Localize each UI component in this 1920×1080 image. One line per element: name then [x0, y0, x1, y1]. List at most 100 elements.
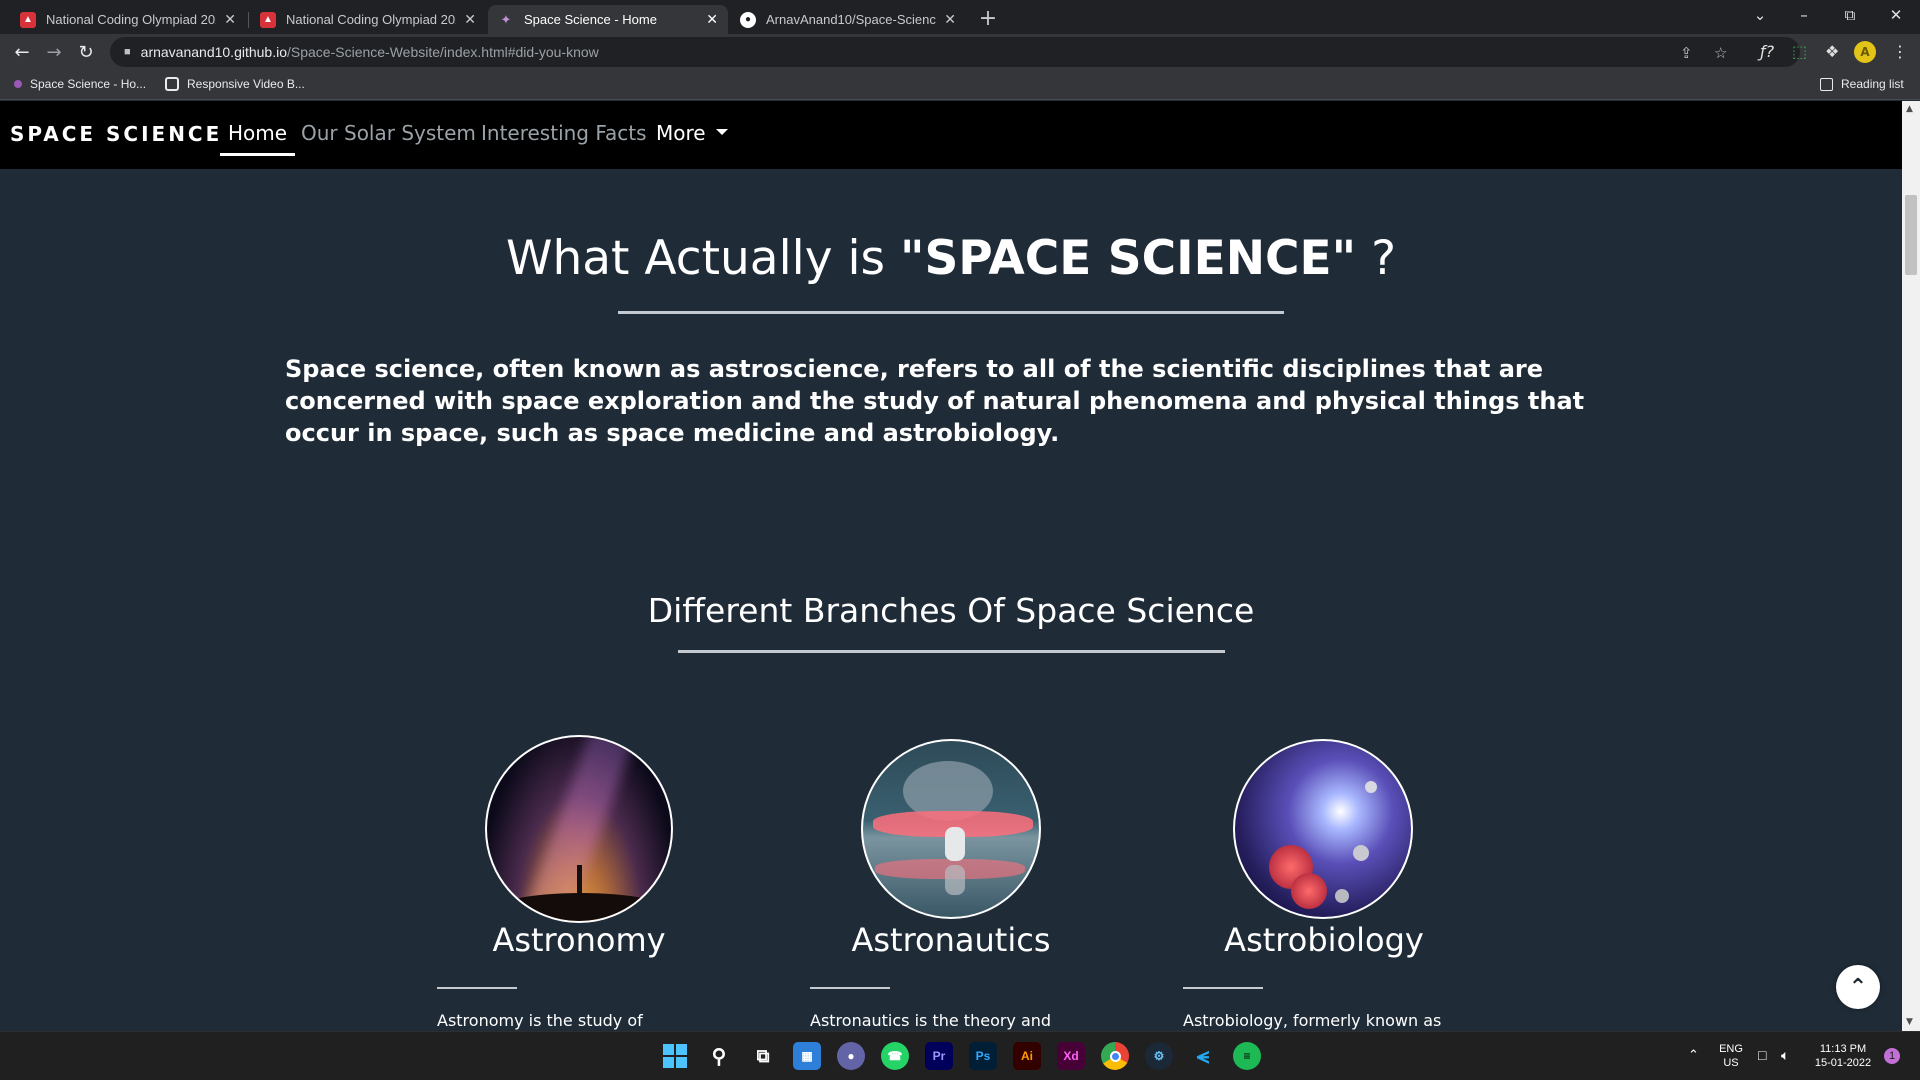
network-icon[interactable]: □ [1758, 1048, 1766, 1062]
url-host: arnavanand10.github.io [140, 44, 287, 60]
widgets-icon[interactable]: ▦ [793, 1042, 821, 1070]
olympiad-favicon: ▲ [260, 11, 276, 28]
github-favicon: ● [740, 11, 756, 28]
url-path: /Space-Science-Website/index.html#did-yo… [287, 44, 599, 60]
site-brand[interactable]: SPACE SCIENCE [10, 122, 222, 146]
nav-interesting-facts[interactable]: Interesting Facts [481, 121, 647, 145]
task-view-icon[interactable]: ⧉ [749, 1042, 777, 1070]
extensions-puzzle-icon[interactable]: ❖ [1825, 42, 1839, 61]
lock-icon: ■ [124, 46, 131, 58]
astronautics-image [861, 739, 1041, 919]
scroll-down-arrow-icon[interactable]: ▼ [1906, 1017, 1913, 1027]
tab-title: ArnavAnand10/Space-Science-W [766, 12, 936, 27]
cell-grey-3 [1365, 781, 1377, 793]
nav-home[interactable]: Home [219, 121, 296, 156]
browser-menu-icon[interactable]: ⋮ [1892, 42, 1908, 61]
bookmark-label: Space Science - Ho... [30, 77, 147, 91]
scroll-to-top-button[interactable]: ⌃ [1836, 965, 1880, 1009]
share-icon[interactable]: ⇪ [1680, 44, 1693, 62]
astronomy-image [485, 735, 673, 923]
teams-chat-icon[interactable]: ● [837, 1042, 865, 1070]
bookmarks-bar: Space Science - Ho... Responsive Video B… [0, 70, 1920, 100]
bookmark-space-science[interactable]: Space Science - Ho... [14, 77, 146, 91]
back-arrow-icon[interactable]: ← [10, 40, 34, 64]
spotify-icon[interactable]: ≡ [1233, 1042, 1261, 1070]
close-icon[interactable]: ✕ [464, 11, 476, 28]
clock-time: 11:13 PM [1819, 1043, 1867, 1055]
cell-red-2 [1291, 873, 1327, 909]
search-icon[interactable]: ⚲ [705, 1042, 733, 1070]
language-indicator[interactable]: ENG US [1716, 1042, 1746, 1070]
nav-more-label: More [656, 121, 706, 145]
illustrator-icon[interactable]: Ai [1013, 1042, 1041, 1070]
notification-badge[interactable]: 1 [1884, 1048, 1900, 1064]
photoshop-icon[interactable]: Ps [969, 1042, 997, 1070]
space-science-favicon [14, 80, 22, 88]
branch-underline [1183, 987, 1263, 989]
page-viewport: SPACE SCIENCE Home Our Solar System Inte… [0, 101, 1902, 1031]
chrome-icon[interactable] [1101, 1042, 1129, 1070]
close-window-button[interactable]: ✕ [1876, 0, 1916, 30]
branch-text-astrobiology: Astrobiology, formerly known as [1183, 1011, 1442, 1030]
tab-national-coding-olympiad-1[interactable]: ▲ National Coding Olympiad 2021 ✕ [10, 5, 246, 34]
formula-extension-icon[interactable]: ƒ? [1760, 42, 1774, 61]
bookmark-star-icon[interactable]: ☆ [1714, 44, 1727, 62]
title-emphasis: "SPACE SCIENCE" [899, 231, 1357, 286]
xd-icon[interactable]: Xd [1057, 1042, 1085, 1070]
clock[interactable]: 11:13 PM 15-01-2022 [1808, 1042, 1878, 1070]
forward-arrow-icon[interactable]: → [42, 40, 66, 64]
close-icon[interactable]: ✕ [224, 11, 236, 28]
silhouette-figure [577, 865, 582, 895]
close-icon[interactable]: ✕ [706, 11, 718, 28]
title-prefix: What Actually is [505, 231, 900, 286]
page-scrollbar[interactable]: ▲ ▼ [1902, 101, 1920, 1031]
nav-our-solar-system[interactable]: Our Solar System [301, 121, 476, 145]
premiere-pro-icon[interactable]: Pr [925, 1042, 953, 1070]
scroll-up-arrow-icon[interactable]: ▲ [1906, 104, 1913, 114]
tab-title: Space Science - Home [524, 12, 657, 27]
address-bar[interactable]: ■ arnavanand10.github.io/Space-Science-W… [110, 37, 1800, 67]
new-tab-button[interactable]: + [975, 5, 1001, 31]
reading-list-label: Reading list [1841, 77, 1904, 91]
close-icon[interactable]: ✕ [944, 11, 956, 28]
nav-more-dropdown[interactable]: More [656, 121, 728, 145]
tab-national-coding-olympiad-2[interactable]: ▲ National Coding Olympiad 2021 ✕ [250, 5, 486, 34]
profile-avatar[interactable]: A [1854, 41, 1876, 63]
branch-text-astronomy: Astronomy is the study of [437, 1011, 643, 1030]
chrome-center [1109, 1050, 1121, 1062]
branches-underline [678, 650, 1225, 653]
tab-title: National Coding Olympiad 2021 [286, 12, 457, 27]
ground-horizon [487, 893, 671, 921]
double-chevron-up-icon: ⌃ [1848, 974, 1868, 1000]
show-hidden-icons[interactable]: ⌃ [1688, 1048, 1699, 1062]
title-suffix: ? [1356, 231, 1397, 286]
browser-tabstrip: ▲ National Coding Olympiad 2021 ✕ ▲ Nati… [0, 0, 1920, 34]
title-underline [618, 311, 1284, 314]
olympiad-favicon: ▲ [20, 11, 36, 28]
site-navbar: SPACE SCIENCE Home Our Solar System Inte… [0, 101, 1902, 169]
vscode-icon[interactable]: ⪪ [1189, 1042, 1217, 1070]
scrollbar-thumb[interactable] [1905, 195, 1917, 275]
volume-icon[interactable]: 🔈︎ [1781, 1048, 1789, 1062]
clock-date: 15-01-2022 [1814, 1057, 1872, 1069]
bookmark-responsive-video[interactable]: Responsive Video B... [165, 77, 305, 91]
screenshot-extension-icon[interactable]: ⬚ [1792, 42, 1807, 61]
reload-icon[interactable]: ↻ [74, 40, 98, 64]
restore-button[interactable]: ⧉ [1830, 0, 1870, 30]
intro-paragraph: Space science, often known as astroscien… [285, 355, 1585, 447]
branch-underline [810, 987, 890, 989]
minimize-button[interactable]: – [1784, 0, 1824, 30]
windows-taskbar: ⚲ ⧉ ▦ ● ☎ Pr Ps Ai Xd ⚙ ⪪ ≡ ⌃ ENG US □ 🔈… [0, 1031, 1920, 1080]
reading-list-button[interactable]: Reading list [1820, 77, 1904, 91]
whatsapp-icon[interactable]: ☎ [881, 1042, 909, 1070]
steam-icon[interactable]: ⚙ [1145, 1042, 1173, 1070]
branch-title-astronautics: Astronautics [851, 921, 1051, 959]
windows-start-icon[interactable] [661, 1042, 689, 1070]
tab-github-repo[interactable]: ● ArnavAnand10/Space-Science-W ✕ [730, 5, 966, 34]
tab-search-icon[interactable]: ⌄ [1740, 0, 1780, 30]
browser-toolbar: ← → ↻ ■ arnavanand10.github.io/Space-Sci… [0, 34, 1920, 70]
branch-title-astronomy: Astronomy [492, 921, 666, 959]
branch-underline [437, 987, 517, 989]
tab-space-science-home[interactable]: ✦ Space Science - Home ✕ [488, 5, 728, 34]
tab-title: National Coding Olympiad 2021 [46, 12, 217, 27]
